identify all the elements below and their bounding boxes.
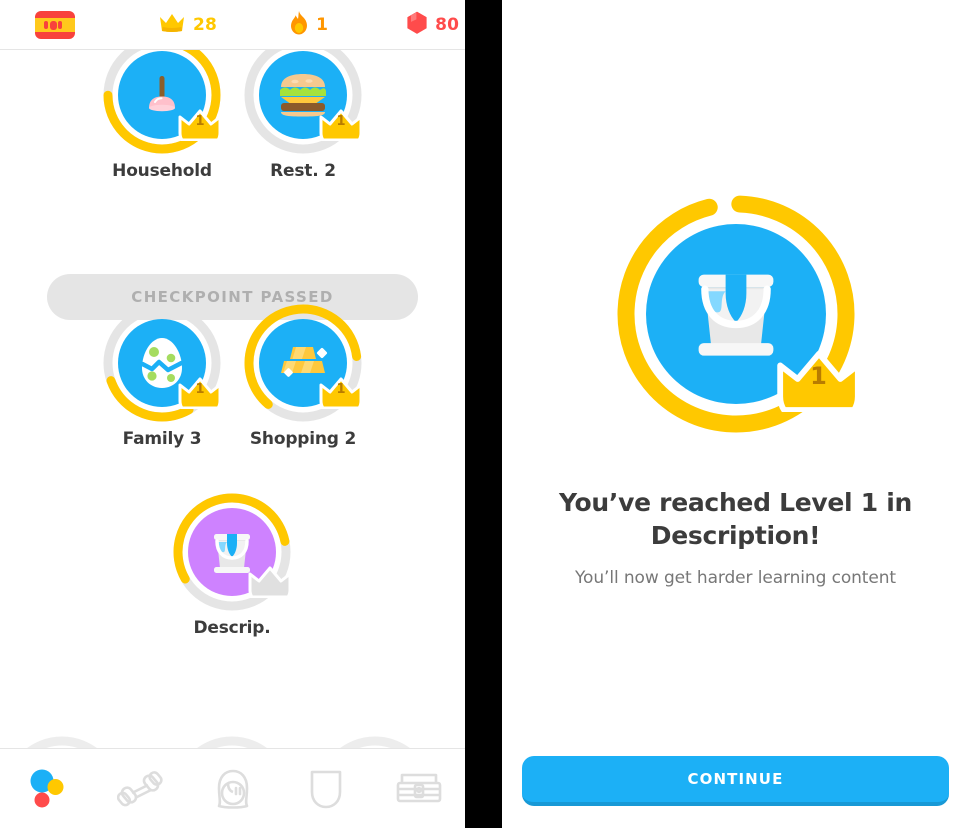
crown-level: 1	[810, 362, 827, 390]
progress-ring	[170, 490, 294, 614]
level-up-title: You’ve reached Level 1 in Description!	[559, 488, 912, 550]
level-up-panel: 1 You’ve reached Level 1 in Description!…	[502, 0, 969, 828]
level-up-subtitle: You’ll now get harder learning content	[575, 568, 896, 588]
skill-label: Descrip.	[193, 618, 271, 638]
progress-ring	[0, 733, 124, 748]
progress-ring: 1	[241, 301, 365, 425]
streak-stat[interactable]: 1	[289, 10, 329, 39]
crown-badge: 1	[178, 375, 222, 409]
continue-button[interactable]: CONTINUE	[522, 756, 949, 806]
nav-leagues[interactable]	[279, 749, 372, 828]
dumbbell-icon	[116, 769, 163, 809]
progress-ring	[170, 733, 294, 748]
progress-ring	[313, 733, 437, 748]
bottom-nav-bar	[0, 748, 465, 828]
crown-level: 1	[336, 114, 346, 129]
gems-count: 80	[435, 14, 460, 35]
skill-tree-panel: 28 1 80 1 Household 1 Rest. 2 CHECKPOINT…	[0, 0, 465, 828]
skill-label: Shopping 2	[249, 429, 357, 449]
spain-flag-icon[interactable]	[35, 10, 75, 39]
nav-profile[interactable]	[186, 749, 279, 828]
panel-divider	[465, 0, 502, 828]
crown-badge: 1	[776, 346, 862, 413]
treasure-chest-icon	[396, 769, 442, 809]
skill-tree: 1 Household 1 Rest. 2 CHECKPOINT PASSED …	[0, 50, 465, 748]
nav-shop[interactable]	[372, 749, 465, 828]
crown-level: 1	[195, 114, 205, 129]
crowns-stat[interactable]: 28	[158, 12, 217, 38]
top-stats-bar: 28 1 80	[0, 0, 465, 50]
progress-ring: 1	[100, 301, 224, 425]
progress-ring: 1	[241, 50, 365, 157]
gems-stat[interactable]: 80	[406, 11, 459, 39]
continue-button-container: CONTINUE	[502, 756, 969, 806]
app-screen: 28 1 80 1 Household 1 Rest. 2 CHECKPOINT…	[0, 0, 969, 828]
shield-icon	[308, 768, 344, 810]
crown-badge: 1	[319, 107, 363, 141]
character-head-icon	[211, 768, 255, 810]
duo-dots-icon	[27, 767, 67, 811]
streak-count: 1	[316, 14, 329, 35]
nav-practice[interactable]	[93, 749, 186, 828]
crown-badge: 1	[319, 375, 363, 409]
skill-label: Rest. 2	[270, 161, 336, 181]
crest-right	[58, 21, 62, 29]
level-up-badge: 1	[612, 190, 862, 438]
flame-icon	[289, 10, 309, 39]
paint-bucket-icon	[682, 260, 790, 368]
crown-badge	[248, 564, 292, 598]
crest-mid	[49, 20, 57, 30]
crown-badge: 1	[178, 107, 222, 141]
gem-icon	[406, 11, 428, 39]
crown-icon	[158, 12, 186, 38]
flag-crest	[44, 20, 62, 30]
crowns-count: 28	[193, 14, 218, 35]
nav-learn[interactable]	[0, 749, 93, 828]
crest-left	[44, 21, 48, 29]
progress-ring: 1	[100, 50, 224, 157]
crown-level: 1	[336, 382, 346, 397]
crown-level: 1	[195, 382, 205, 397]
